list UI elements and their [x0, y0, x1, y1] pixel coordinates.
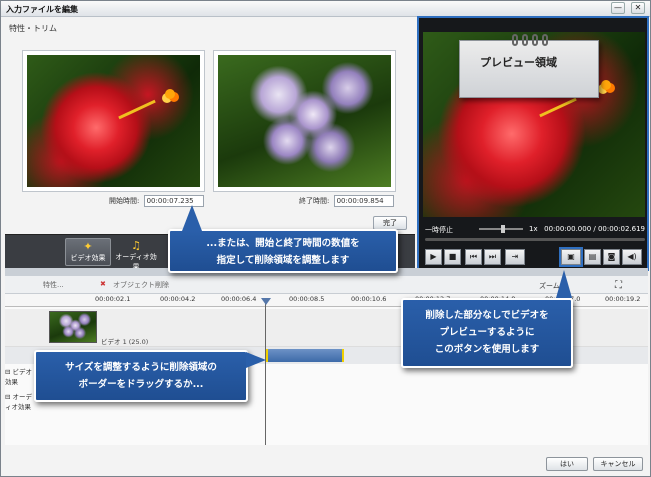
callout-time-line-2: 指定して削除領域を調整します [216, 255, 350, 266]
video-effects-button[interactable]: ✦ ビデオ効果 [65, 238, 111, 266]
pause-label: 一時停止 [425, 226, 453, 234]
audio-effects-icon: ♫ [131, 239, 141, 252]
play-button[interactable]: ▶ [425, 249, 442, 265]
ruler-tick: 00:00:19.2 [605, 295, 641, 303]
video-effects-icon: ✦ [83, 240, 93, 253]
callout-time-line-1: ...または、開始と終了時間の数値を [206, 238, 360, 249]
ruler-tick: 00:00:04.2 [160, 295, 196, 303]
start-time-label: 開始時間: [109, 197, 140, 205]
snapshot-settings-button[interactable]: ▤ [584, 249, 601, 265]
callout-time-values: ...または、開始と終了時間の数値を 指定して削除領域を調整します [168, 229, 398, 273]
properties-tool[interactable]: 特性... [43, 280, 64, 290]
end-time-field: 終了時間: 00:00:09.854 [299, 195, 394, 207]
time-readout: 00:00:00.000 / 00:00:02.619 [544, 225, 645, 233]
end-time-input[interactable]: 00:00:09.854 [333, 195, 394, 207]
minimize-button[interactable]: — [611, 2, 625, 14]
close-button[interactable]: ✕ [631, 2, 645, 14]
callout-drag-tail [246, 352, 266, 368]
preview-area-note: プレビュー領域 [459, 34, 599, 98]
clip-thumbnail[interactable] [49, 311, 97, 343]
end-frame-preview [213, 50, 396, 192]
video-effects-label: ビデオ効果 [70, 254, 106, 262]
callout-preview-button: 削除した部分なしでビデオを プレビューするように このボタンを使用します [401, 298, 573, 368]
ruler-tick: 00:00:08.5 [289, 295, 325, 303]
complete-button[interactable]: 完了 [373, 216, 407, 230]
callout-preview-tail [556, 270, 572, 298]
next-frame-button[interactable]: ⏭ [484, 249, 501, 265]
clip-name: ビデオ 1 (25.0) [101, 338, 149, 346]
ruler-tick: 00:00:10.6 [351, 295, 387, 303]
callout-preview-line-3: このボタンを使用します [434, 344, 540, 355]
prev-frame-button[interactable]: ⏮ [465, 249, 482, 265]
audio-effects-row: ⊟ オーディオ効果 [5, 393, 33, 411]
speed-label: 1x [529, 225, 538, 233]
title-bar: 入力ファイルを編集 — ✕ [1, 1, 650, 17]
ruler-tick: 00:00:06.4 [221, 295, 257, 303]
audio-effects-button[interactable]: ♫ オーディオ効果 [113, 238, 159, 272]
preview-without-deleted-button[interactable]: ▣ [559, 247, 583, 267]
delete-region[interactable] [266, 349, 344, 362]
ruler-tick: 00:00:02.1 [95, 295, 131, 303]
delete-object-tool[interactable]: オブジェクト削除 [113, 280, 169, 290]
audio-effects-row-label: オーディオ効果 [5, 393, 33, 411]
start-frame-preview [22, 50, 205, 192]
stop-button[interactable]: ■ [444, 249, 461, 265]
hibiscus-image [27, 55, 200, 187]
callout-preview-line-2: プレビューするように [439, 327, 535, 338]
cancel-button[interactable]: キャンセル [593, 457, 643, 471]
preview-status: 一時停止 1x 00:00:00.000 / 00:00:02.619 [425, 225, 645, 235]
callout-drag-border: サイズを調整するように削除領域の ボーダーをドラッグするか... [34, 350, 248, 402]
preview-trim-button[interactable]: ⇥ [505, 249, 525, 265]
preview-area-note-text: プレビュー領域 [480, 56, 557, 69]
window-title: 入力ファイルを編集 [6, 5, 78, 14]
end-time-label: 終了時間: [299, 197, 330, 205]
callout-time-tail [182, 205, 202, 231]
callout-drag-line-2: ボーダーをドラッグするか... [78, 379, 204, 390]
seek-bar[interactable] [425, 238, 645, 241]
section-label: 特性・トリム [9, 24, 57, 33]
ok-button[interactable]: はい [546, 457, 588, 471]
video-effects-row: ⊟ ビデオ効果 [5, 368, 33, 386]
speed-slider[interactable] [479, 225, 523, 233]
volume-button[interactable]: ◀) [622, 249, 642, 265]
callout-preview-line-1: 削除した部分なしでビデオを [425, 310, 549, 321]
cursor-head-icon[interactable] [261, 298, 271, 305]
foxglove-image [218, 55, 391, 187]
fit-to-window-icon[interactable]: ⛶ [615, 280, 622, 291]
camera-button[interactable]: ◙ [603, 249, 620, 265]
callout-drag-line-1: サイズを調整するように削除領域の [65, 362, 217, 373]
delete-x-icon: ✖ [100, 280, 106, 288]
player-controls: ▶ ■ ⏮ ⏭ ⇥ ▣ ▤ ◙ ◀) [423, 247, 647, 267]
timeline-cursor[interactable] [265, 299, 266, 445]
